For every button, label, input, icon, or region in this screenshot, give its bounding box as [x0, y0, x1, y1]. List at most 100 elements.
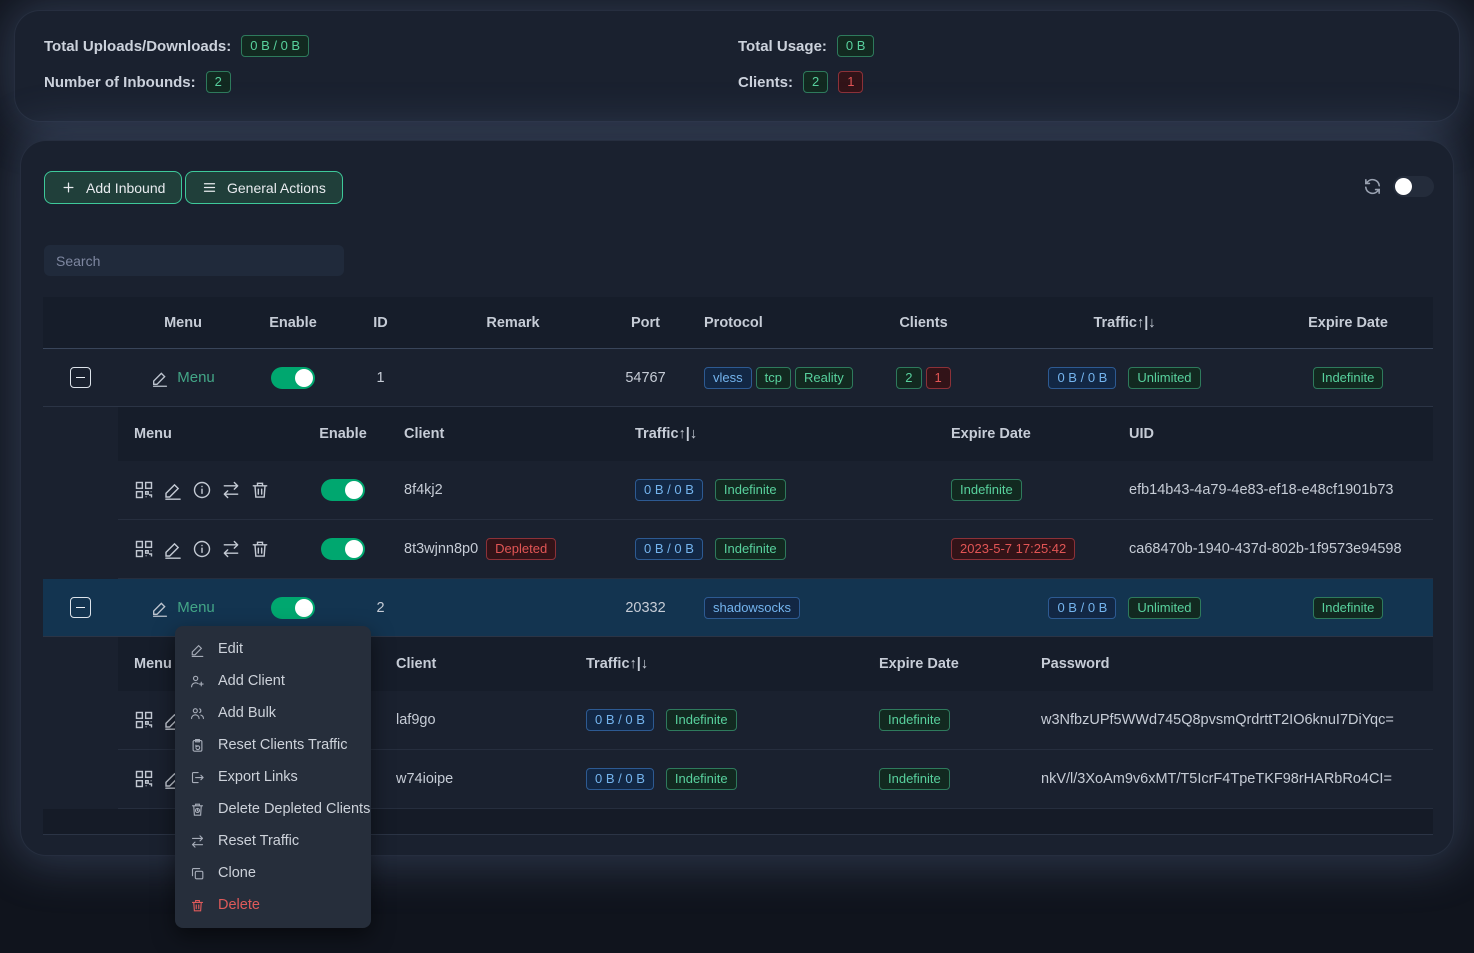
- reset-traffic-icon[interactable]: [221, 480, 241, 500]
- client-expire-badge: Indefinite: [879, 768, 950, 790]
- export-icon: [190, 770, 205, 785]
- refresh-icon[interactable]: [1363, 177, 1382, 196]
- qrcode-icon[interactable]: [134, 710, 154, 730]
- header-client-uid: UID: [1113, 426, 1433, 442]
- client-traffic-limit-badge: Indefinite: [715, 538, 786, 560]
- user-add-icon: [190, 674, 205, 689]
- toggle-knob: [345, 540, 363, 558]
- header-client-traffic[interactable]: Traffic↑|↓: [570, 656, 863, 672]
- menu-item-label: Add Bulk: [218, 705, 276, 721]
- clipboard-reset-icon: [190, 738, 205, 753]
- menu-item-reset-traffic[interactable]: Reset Traffic: [175, 825, 371, 857]
- stats-card: Total Uploads/Downloads: 0 B / 0 B Total…: [14, 10, 1460, 122]
- collapse-row-button[interactable]: [70, 597, 91, 618]
- inbound-port: 54767: [603, 370, 688, 386]
- row-menu-trigger-open[interactable]: Menu: [151, 599, 215, 617]
- depleted-badge: Depleted: [486, 538, 556, 560]
- add-inbound-button[interactable]: Add Inbound: [44, 171, 182, 204]
- edit-icon: [151, 369, 169, 387]
- client-traffic-badge: 0 B / 0 B: [635, 538, 703, 560]
- total-usage-label: Total Usage:: [738, 38, 827, 55]
- delete-icon[interactable]: [250, 539, 270, 559]
- traffic-limit-badge: Unlimited: [1128, 367, 1200, 389]
- clone-icon: [190, 866, 205, 881]
- plus-icon: [61, 180, 76, 195]
- number-of-inbounds-value: 2: [206, 71, 231, 93]
- inbound-id: 1: [338, 370, 423, 386]
- menu-item-label: Reset Traffic: [218, 833, 299, 849]
- header-remark: Remark: [423, 315, 603, 331]
- search-input[interactable]: [44, 245, 344, 276]
- client-enable-toggle[interactable]: [321, 538, 365, 560]
- clients-active-count: 2: [803, 71, 828, 93]
- general-actions-button[interactable]: General Actions: [185, 171, 343, 204]
- menu-item-label: Clone: [218, 865, 256, 881]
- header-client-enable: Enable: [298, 426, 388, 442]
- menu-item-delete-depleted-clients[interactable]: Delete Depleted Clients: [175, 793, 371, 825]
- menu-item-label: Reset Clients Traffic: [218, 737, 347, 753]
- delete-icon: [190, 898, 205, 913]
- header-client-traffic[interactable]: Traffic↑|↓: [619, 426, 935, 442]
- header-port: Port: [603, 315, 688, 331]
- header-traffic-sort[interactable]: Traffic↑|↓: [986, 315, 1263, 331]
- client-expire-badge: 2023-5-7 17:25:42: [951, 538, 1075, 560]
- menu-item-delete[interactable]: Delete: [175, 889, 371, 921]
- client-traffic-badge: 0 B / 0 B: [586, 709, 654, 731]
- row-menu-trigger[interactable]: Menu: [151, 369, 215, 387]
- header-client: Client: [388, 426, 619, 442]
- client-row-8t3wjnn8p0: 8t3wjnn8p0 Depleted 0 B / 0 B Indefinite…: [118, 520, 1433, 579]
- header-id: ID: [338, 315, 423, 331]
- header-clients[interactable]: Clients: [861, 315, 986, 331]
- inbound-row-1: Menu 1 54767 vless tcp Reality 2 1 0 B /…: [43, 349, 1433, 407]
- stat-number-of-inbounds: Number of Inbounds: 2: [44, 69, 738, 95]
- client-enable-toggle[interactable]: [321, 479, 365, 501]
- client-traffic-badge: 0 B / 0 B: [635, 479, 703, 501]
- inbound-id: 2: [338, 600, 423, 616]
- clients-table-inbound-1: Menu Enable Client Traffic↑|↓ Expire Dat…: [118, 407, 1433, 579]
- client-traffic-limit-badge: Indefinite: [666, 768, 737, 790]
- menu-item-label: Edit: [218, 641, 243, 657]
- menu-item-edit[interactable]: Edit: [175, 633, 371, 665]
- theme-toggle[interactable]: [1393, 176, 1434, 197]
- total-usage-value: 0 B: [837, 35, 875, 57]
- client-name: w74ioipe: [380, 771, 570, 787]
- security-badge: Reality: [795, 367, 853, 389]
- menu-item-add-client[interactable]: Add Client: [175, 665, 371, 697]
- row-menu-label: Menu: [177, 369, 215, 386]
- reset-traffic-icon[interactable]: [221, 539, 241, 559]
- info-icon[interactable]: [192, 480, 212, 500]
- client-traffic-limit-badge: Indefinite: [666, 709, 737, 731]
- general-actions-label: General Actions: [227, 180, 326, 196]
- qrcode-icon[interactable]: [134, 769, 154, 789]
- header-client-expire: Expire Date: [863, 656, 1025, 672]
- edit-icon[interactable]: [163, 539, 183, 559]
- info-icon[interactable]: [192, 539, 212, 559]
- delete-icon[interactable]: [250, 480, 270, 500]
- trash-clock-icon: [190, 802, 205, 817]
- menu-item-label: Delete: [218, 897, 260, 913]
- menu-item-label: Delete Depleted Clients: [218, 801, 370, 817]
- inbounds-table-header: Menu Enable ID Remark Port Protocol Clie…: [43, 297, 1433, 349]
- client-traffic-limit-badge: Indefinite: [715, 479, 786, 501]
- inbound-enable-toggle[interactable]: [271, 367, 315, 389]
- total-uploads-downloads-label: Total Uploads/Downloads:: [44, 38, 231, 55]
- menu-item-reset-clients-traffic[interactable]: Reset Clients Traffic: [175, 729, 371, 761]
- inbound-enable-toggle[interactable]: [271, 597, 315, 619]
- edit-icon[interactable]: [163, 480, 183, 500]
- client-password: w3NfbzUPf5WWd745Q8pvsmQrdrttT2IO6knuI7Di…: [1025, 712, 1433, 728]
- edit-icon: [151, 599, 169, 617]
- inbound-port: 20332: [603, 600, 688, 616]
- menu-item-export-links[interactable]: Export Links: [175, 761, 371, 793]
- client-name: 8f4kj2: [388, 482, 619, 498]
- number-of-inbounds-label: Number of Inbounds:: [44, 74, 196, 91]
- traffic-limit-badge: Unlimited: [1128, 597, 1200, 619]
- qrcode-icon[interactable]: [134, 480, 154, 500]
- expire-badge: Indefinite: [1313, 367, 1384, 389]
- collapse-row-button[interactable]: [70, 367, 91, 388]
- users-bulk-icon: [190, 706, 205, 721]
- menu-item-clone[interactable]: Clone: [175, 857, 371, 889]
- menu-item-add-bulk[interactable]: Add Bulk: [175, 697, 371, 729]
- header-client-password: Password: [1025, 656, 1433, 672]
- qrcode-icon[interactable]: [134, 539, 154, 559]
- clients-table-1-header: Menu Enable Client Traffic↑|↓ Expire Dat…: [118, 407, 1433, 461]
